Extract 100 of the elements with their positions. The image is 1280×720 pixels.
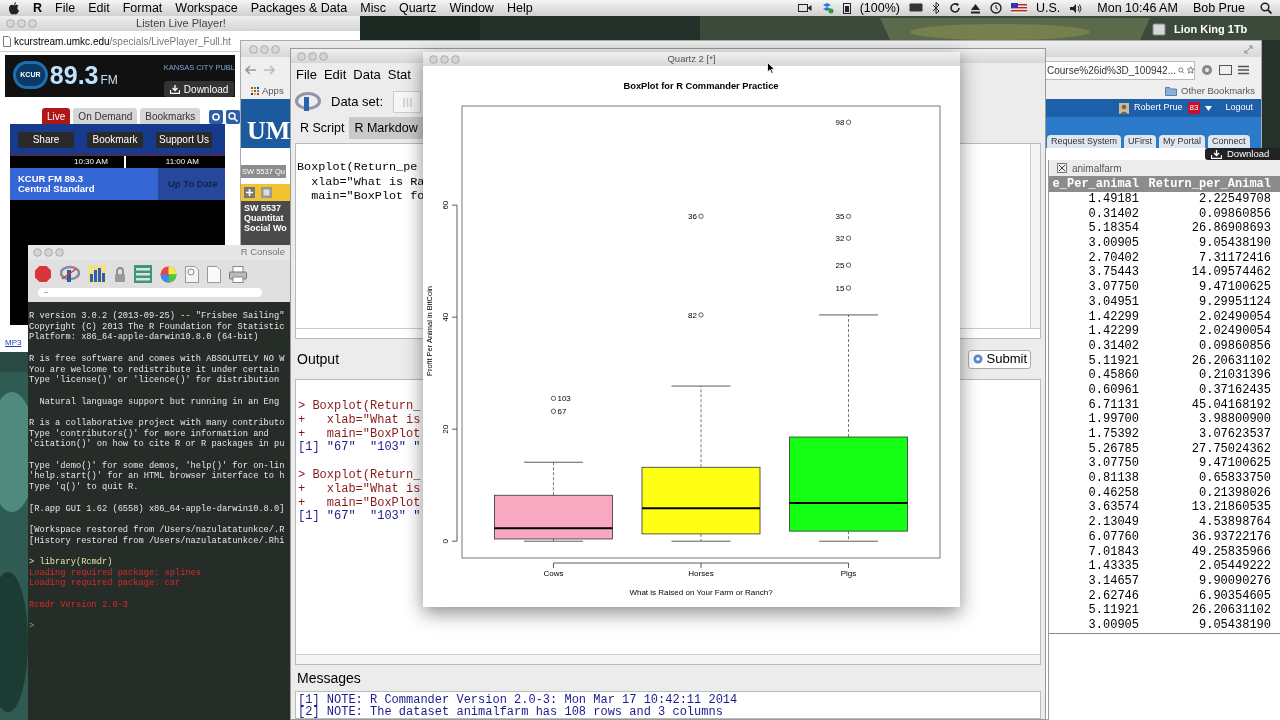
menu-item[interactable]: Edit xyxy=(323,65,347,85)
folder-icon[interactable] xyxy=(1165,86,1178,96)
user-name[interactable]: Robert Prue xyxy=(1134,101,1183,115)
menu-item[interactable]: Misc xyxy=(360,0,386,18)
table-cell-text: 1.75392 xyxy=(1087,427,1139,442)
download-button[interactable]: Download xyxy=(1205,148,1280,160)
input-source[interactable]: U.S. xyxy=(1035,0,1061,18)
table-cell-text: 5.18354 xyxy=(1087,221,1139,237)
menu-item[interactable]: Edit xyxy=(88,0,110,18)
tab[interactable]: UFirst xyxy=(1124,135,1157,148)
player-button[interactable]: Share xyxy=(18,131,74,148)
table-cell-text: 0.21398026 xyxy=(1198,485,1271,501)
tab[interactable]: R Markdow xyxy=(349,117,423,139)
address-field[interactable]: Course%26id%3D_100942... xyxy=(1045,60,1195,80)
resize-icon[interactable] xyxy=(1244,44,1253,54)
menu-item[interactable]: Workspace xyxy=(175,0,238,18)
document-icon[interactable] xyxy=(185,265,199,283)
drive-icon[interactable] xyxy=(1152,22,1166,36)
bookmark[interactable]: Other Bookmarks xyxy=(1181,83,1255,99)
menu-item[interactable]: Help xyxy=(506,0,533,18)
player-button[interactable]: Bookmark xyxy=(87,131,143,148)
list-icon[interactable] xyxy=(134,265,152,283)
menu-item[interactable]: Quartz xyxy=(398,0,437,18)
sync-icon[interactable] xyxy=(948,2,961,14)
display-icon[interactable] xyxy=(908,3,923,13)
table-cell-text: 0.09860856 xyxy=(1198,206,1271,222)
logo-icon[interactable] xyxy=(60,265,80,283)
search-icon[interactable] xyxy=(1260,2,1272,14)
link[interactable]: MP3 xyxy=(5,337,22,349)
battery-percent: (100%) xyxy=(859,0,900,17)
square-icon[interactable] xyxy=(261,187,272,198)
player-button[interactable]: Support Us xyxy=(156,131,212,148)
category-label: Horses xyxy=(688,569,714,578)
output-line: + xlab="What is xyxy=(298,482,421,497)
table-cell-text: 6.71131 xyxy=(1087,397,1139,413)
desktop-icon-label[interactable]: Lion King 1Tb xyxy=(1174,21,1248,38)
extension-icon[interactable] xyxy=(1201,64,1213,76)
table-cell-text: 9.05438190 xyxy=(1198,236,1271,251)
speaker-icon[interactable] xyxy=(1069,2,1083,14)
submit-button[interactable]: Submit xyxy=(967,349,1031,369)
dataset-button[interactable] xyxy=(393,91,422,113)
add-icon[interactable] xyxy=(244,187,255,198)
logout-link[interactable]: Logout xyxy=(1225,101,1253,115)
clock-icon[interactable] xyxy=(989,2,1002,14)
tab[interactable]: Connect xyxy=(1208,135,1250,148)
bluetooth-icon[interactable] xyxy=(931,2,940,14)
user-name[interactable]: Bob Prue xyxy=(1192,0,1245,18)
printer-icon[interactable] xyxy=(229,265,247,283)
app-menu[interactable]: R xyxy=(33,0,43,18)
back-icon[interactable] xyxy=(245,65,257,75)
apple-icon[interactable] xyxy=(8,1,20,15)
console-line: Type 'license()' or 'licence()' for distribution xyxy=(29,375,280,386)
document-icon[interactable] xyxy=(207,265,221,283)
menu-icon[interactable] xyxy=(1238,65,1249,75)
table-cell-text: 0.21031396 xyxy=(1198,368,1271,383)
sidebar-item[interactable]: SW 5537 xyxy=(244,203,291,213)
menu-item[interactable]: File xyxy=(296,65,317,85)
tab[interactable]: Live xyxy=(42,108,71,124)
menu-clock[interactable]: Mon 10:46 AM xyxy=(1097,0,1178,18)
eject-icon[interactable] xyxy=(969,2,981,14)
menu-item[interactable]: Data xyxy=(353,65,381,85)
cast-icon[interactable] xyxy=(1219,65,1232,75)
tab[interactable]: Request System xyxy=(1047,135,1122,148)
bookmark[interactable]: Apps xyxy=(262,83,284,99)
flag-icon[interactable] xyxy=(1010,3,1027,13)
menu-item[interactable]: Format xyxy=(122,0,163,18)
notification-badge[interactable]: 83 xyxy=(1187,102,1201,114)
address-field[interactable]: kcurstream.umkc.edu/specials/LivePlayer_Full.ht xyxy=(14,33,231,49)
output-line: > Boxplot(Return_ xyxy=(298,400,421,414)
download-button[interactable]: Download xyxy=(163,81,235,98)
tab[interactable]: My Portal xyxy=(1159,135,1206,148)
section-label: Messages xyxy=(297,668,361,688)
tab[interactable]: On Demand xyxy=(73,108,138,124)
star-icon[interactable] xyxy=(1186,65,1194,75)
menu-item[interactable]: Packages & Data xyxy=(250,0,348,18)
code-line: main="BoxPlot fo xyxy=(310,189,425,204)
menu-item[interactable]: File xyxy=(55,0,76,18)
apps-grid-icon[interactable] xyxy=(251,87,259,95)
menu-item[interactable]: Stat xyxy=(387,65,411,85)
search-icon[interactable] xyxy=(226,110,241,124)
caret-icon[interactable] xyxy=(1205,105,1213,111)
axis-tick-label: 0 xyxy=(441,538,450,544)
program-block[interactable]: KCUR FM 89.3 Central Standard xyxy=(10,168,158,200)
table-cell-text: 0.45860 xyxy=(1087,368,1139,383)
stop-icon[interactable] xyxy=(34,265,52,283)
band-label: FM xyxy=(100,72,118,89)
menu-item[interactable]: Window xyxy=(449,0,494,18)
video-camera-icon[interactable] xyxy=(797,3,812,13)
sidebar-item[interactable]: Quantitat xyxy=(244,213,291,223)
sidebar-item[interactable]: Social Wo xyxy=(244,223,291,233)
settings-icon[interactable] xyxy=(209,110,224,124)
lock-icon[interactable] xyxy=(114,265,126,283)
axis-tick-label: 60 xyxy=(441,200,450,210)
console-line: R is a collaborative project with many contributo xyxy=(29,418,285,429)
dataset-label: Data set: xyxy=(331,93,384,112)
scrollbar[interactable] xyxy=(1030,144,1040,328)
scrollbar[interactable] xyxy=(296,654,1040,664)
color-wheel-icon[interactable] xyxy=(160,265,177,283)
tab[interactable]: Bookmarks xyxy=(140,108,201,124)
bar-chart-icon[interactable] xyxy=(88,265,106,283)
